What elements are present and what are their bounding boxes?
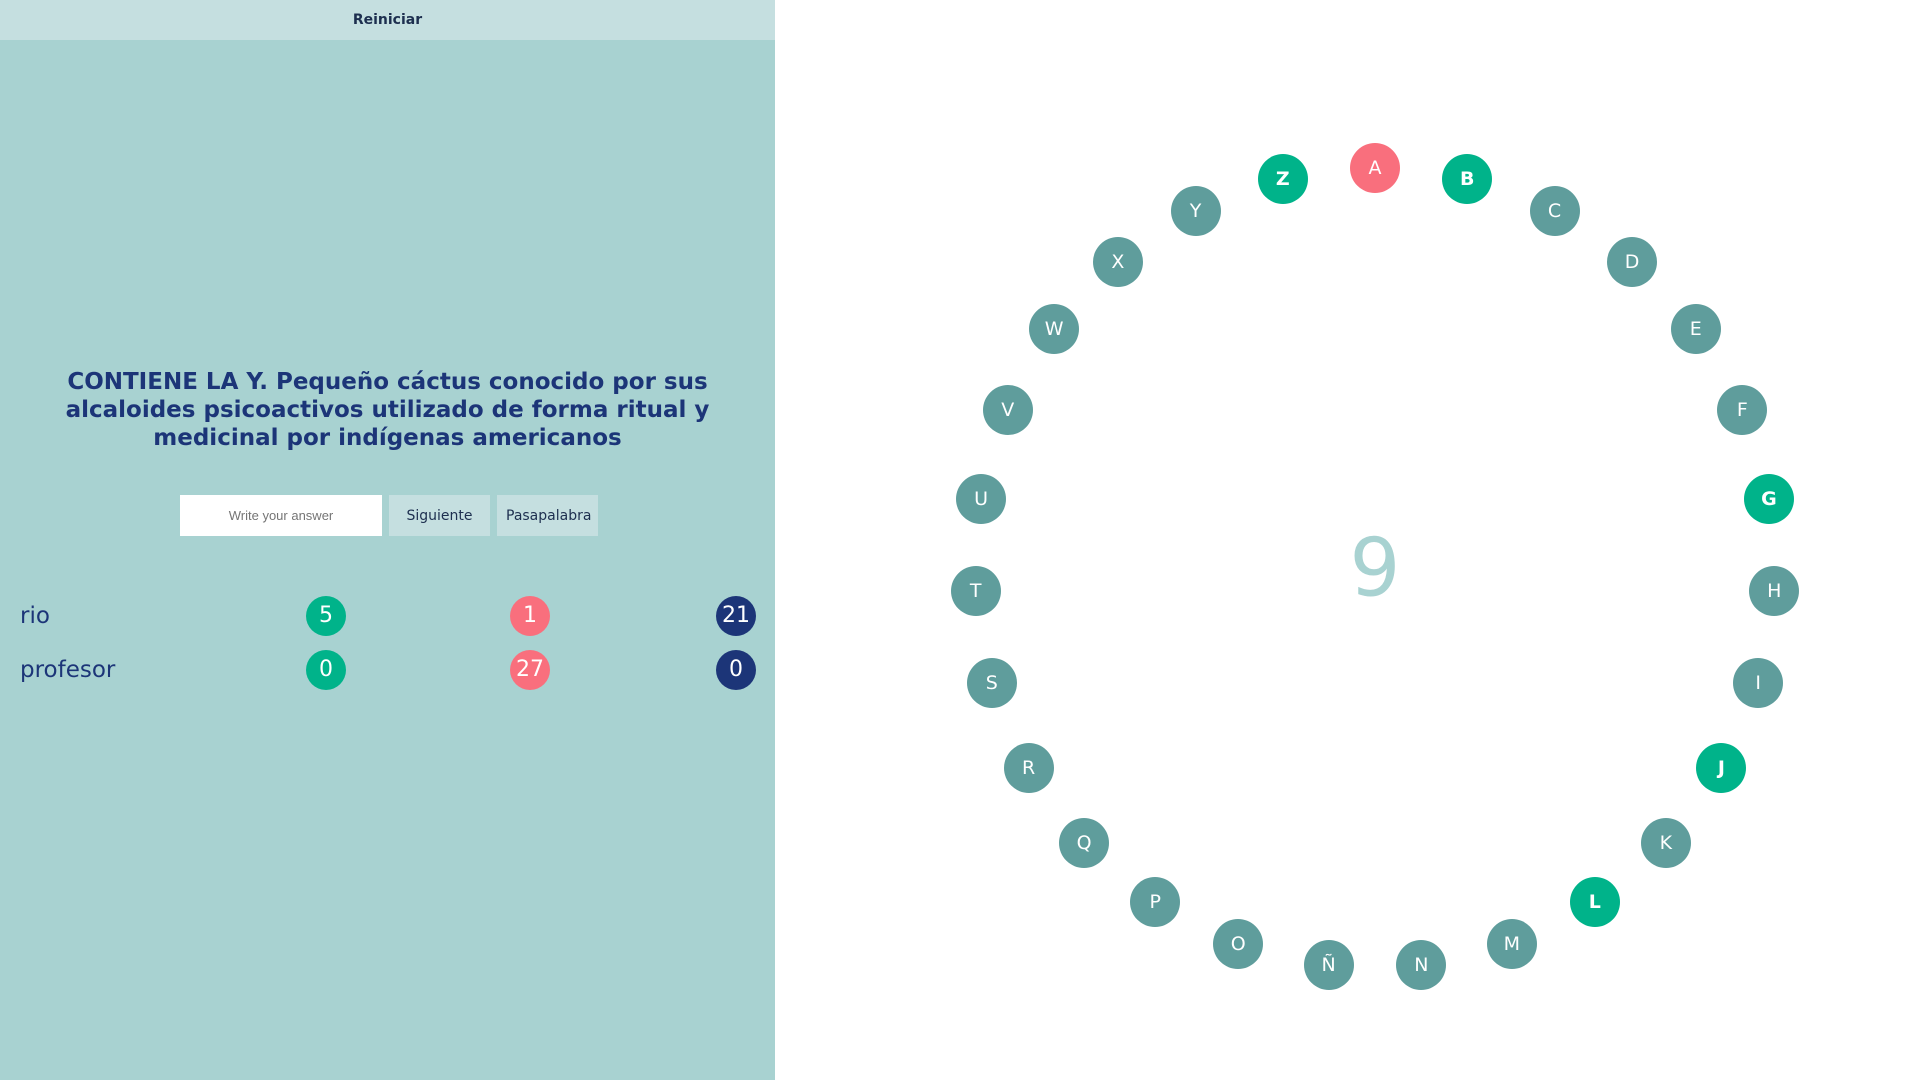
letter-s: S [966, 657, 1017, 708]
scoreboard: rio 5 1 21 profesor 0 27 0 [20, 596, 756, 704]
letter-wheel: 9 ABCDEFGHIJKLMNÑOPQRSTUVWXYZ [775, 0, 1920, 1080]
correct-count-badge: 5 [306, 596, 346, 636]
wrong-count-badge: 1 [510, 596, 550, 636]
correct-count-badge: 0 [306, 650, 346, 690]
letter-z: Z [1257, 153, 1308, 204]
letter-l: L [1569, 877, 1620, 928]
letter-g: G [1743, 473, 1794, 524]
next-button[interactable]: Siguiente [389, 495, 490, 536]
letter-t: T [950, 566, 1001, 617]
letter-k: K [1640, 817, 1691, 868]
letter-u: U [956, 473, 1007, 524]
letter-h: H [1749, 566, 1800, 617]
letter-o: O [1213, 918, 1264, 969]
letter-j: J [1696, 743, 1747, 793]
letter-ñ: Ñ [1303, 940, 1354, 991]
restart-button[interactable]: Reiniciar [0, 0, 775, 40]
letter-p: P [1130, 877, 1181, 928]
answer-input[interactable] [180, 495, 382, 536]
letter-f: F [1717, 384, 1768, 435]
player-row: profesor 0 27 0 [20, 650, 756, 690]
pending-count-badge: 0 [716, 650, 756, 690]
letter-m: M [1486, 918, 1537, 969]
answer-form: Siguiente Pasapalabra [180, 495, 598, 536]
letter-x: X [1092, 236, 1143, 287]
letter-w: W [1029, 304, 1080, 355]
letter-y: Y [1170, 185, 1221, 236]
timer-value: 9 [1349, 521, 1401, 615]
letter-i: I [1733, 657, 1784, 708]
letter-d: D [1607, 236, 1658, 287]
pass-button[interactable]: Pasapalabra [497, 495, 598, 536]
letter-c: C [1529, 185, 1580, 236]
player-name: rio [20, 603, 50, 629]
letter-e: E [1670, 304, 1721, 355]
letter-v: V [982, 384, 1033, 435]
question-text: CONTIENE LA Y. Pequeño cáctus conocido p… [65, 369, 710, 451]
letter-q: Q [1059, 817, 1110, 868]
game-panel: Reiniciar CONTIENE LA Y. Pequeño cáctus … [0, 0, 775, 1080]
letter-a: A [1350, 143, 1400, 193]
wrong-count-badge: 27 [510, 650, 550, 690]
player-name: profesor [20, 657, 116, 683]
letter-b: B [1442, 153, 1493, 204]
letter-r: R [1003, 743, 1054, 793]
player-row: rio 5 1 21 [20, 596, 756, 636]
letter-n: N [1396, 940, 1447, 991]
pending-count-badge: 21 [716, 596, 756, 636]
